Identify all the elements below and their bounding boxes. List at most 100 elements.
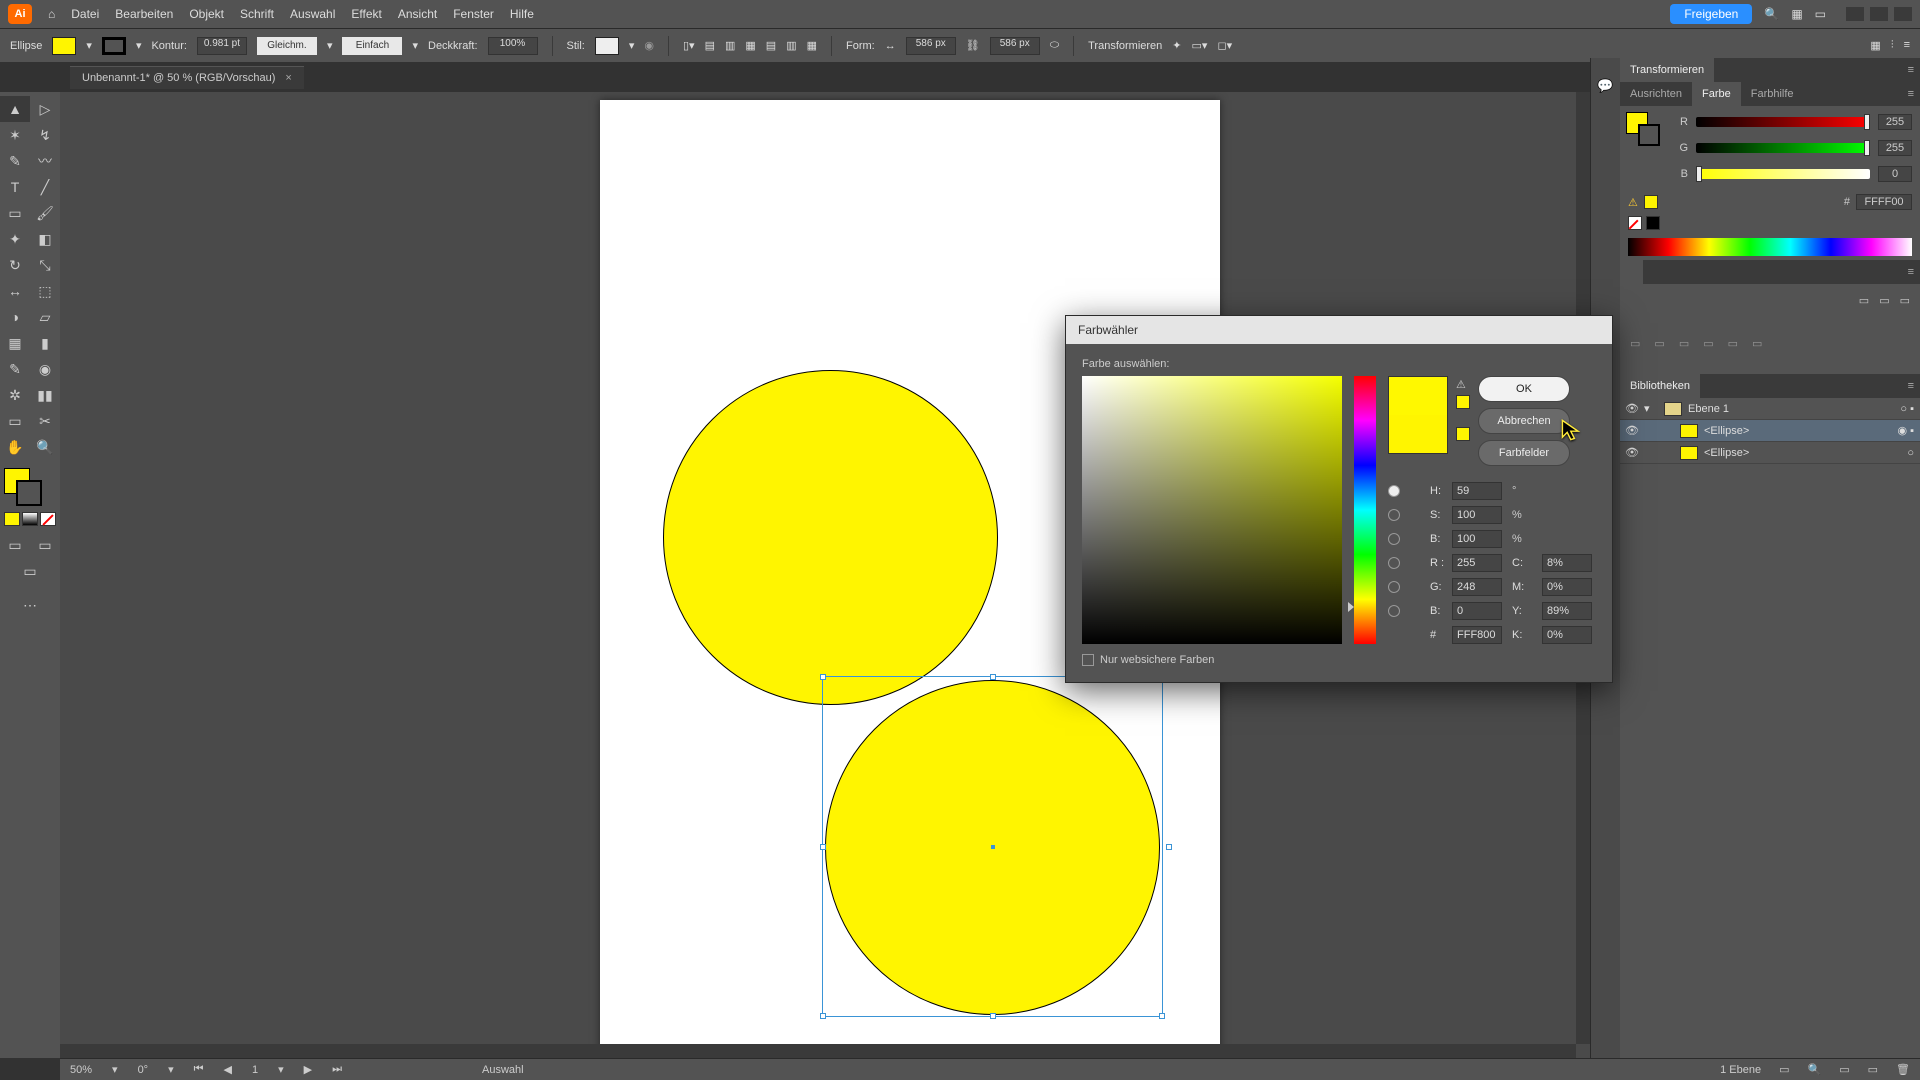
selection-handle[interactable] [990, 674, 996, 680]
ok-button[interactable]: OK [1478, 376, 1570, 402]
curvature-tool[interactable]: 〰 [30, 148, 60, 174]
maximize-icon[interactable] [1870, 7, 1888, 21]
lasso-tool[interactable]: ↯ [30, 122, 60, 148]
m-input[interactable] [1542, 578, 1592, 596]
b-slider[interactable] [1696, 169, 1870, 179]
black-swatch[interactable] [1646, 216, 1660, 230]
width-input[interactable]: 586 px [906, 37, 956, 55]
fill-stroke-indicator[interactable] [4, 468, 42, 506]
layer-row[interactable]: 👁 ▾ Ebene 1 ○ ▪ [1620, 398, 1920, 420]
arrange-icon[interactable]: ▭ [1815, 7, 1826, 21]
gradient-tool[interactable]: ▮ [30, 330, 60, 356]
hand-tool[interactable]: ✋ [0, 434, 30, 460]
r-input[interactable] [1452, 554, 1502, 572]
in-gamut-swatch[interactable] [1644, 195, 1658, 209]
edit-toolbar-icon[interactable]: ⋯ [15, 592, 45, 618]
y-input[interactable] [1542, 602, 1592, 620]
swatch-action-icon[interactable]: ▭ [1859, 294, 1869, 307]
free-transform-tool[interactable]: ⬚ [30, 278, 60, 304]
share-button[interactable]: Freigeben [1670, 4, 1752, 24]
selection-bounding-box[interactable] [822, 676, 1163, 1017]
swatch-group-icon[interactable]: ▭ [1679, 337, 1689, 350]
align-top-icon[interactable]: ▤ [766, 39, 776, 52]
b2-input[interactable] [1452, 602, 1502, 620]
g-input[interactable] [1452, 578, 1502, 596]
chevron-down-icon[interactable]: ▾ [629, 39, 635, 52]
h-input[interactable] [1452, 482, 1502, 500]
nav-last-icon[interactable]: ⏭ [332, 1063, 342, 1076]
old-color[interactable] [1389, 415, 1447, 453]
tab-farbe[interactable]: Farbe [1692, 82, 1741, 106]
b-radio[interactable] [1388, 533, 1400, 545]
draw-normal-icon[interactable]: ▭ [0, 532, 30, 558]
hue-indicator[interactable] [1348, 602, 1354, 612]
selection-tool[interactable]: ▲ [0, 96, 30, 122]
stroke-swatch[interactable] [102, 37, 126, 55]
selection-handle[interactable] [1166, 844, 1172, 850]
object-name[interactable]: <Ellipse> [1704, 425, 1749, 437]
align-middle-icon[interactable]: ▥ [786, 39, 796, 52]
out-of-gamut-icon[interactable]: ⚠ [1456, 378, 1470, 391]
align-icon[interactable]: ▯▾ [683, 39, 695, 52]
opacity-input[interactable]: 100% [488, 37, 538, 55]
zoom-tool[interactable]: 🔍 [30, 434, 60, 460]
target-icon[interactable]: ○ [1907, 447, 1920, 459]
panel-menu-icon[interactable]: ≡ [1908, 64, 1920, 76]
properties-icon[interactable]: ⫶ [1891, 39, 1894, 52]
none-swatch[interactable] [1628, 216, 1642, 230]
rotate-tool[interactable]: ↻ [0, 252, 30, 278]
websafe-checkbox[interactable] [1082, 654, 1094, 666]
gamut-warning-icon[interactable]: ⚠ [1628, 196, 1638, 209]
swatch-new-icon[interactable]: ▭ [1879, 294, 1889, 307]
minimize-icon[interactable] [1846, 7, 1864, 21]
paintbrush-tool[interactable]: 🖌 [30, 200, 60, 226]
chevron-down-icon[interactable]: ▾ [278, 1063, 284, 1076]
r-radio[interactable] [1388, 557, 1400, 569]
direct-selection-tool[interactable]: ▷ [30, 96, 60, 122]
expand-icon[interactable]: ▾ [1644, 402, 1658, 415]
menu-objekt[interactable]: Objekt [189, 7, 224, 21]
tab-bibliotheken[interactable]: Bibliotheken [1620, 374, 1700, 398]
eraser-tool[interactable]: ◧ [30, 226, 60, 252]
swatch-new2-icon[interactable]: ▭ [1703, 337, 1713, 350]
layer-row[interactable]: 👁 <Ellipse> ○ [1620, 442, 1920, 464]
selection-handle[interactable] [990, 1013, 996, 1019]
symbol-sprayer-tool[interactable]: ✲ [0, 382, 30, 408]
dialog-titlebar[interactable]: Farbwähler [1066, 316, 1612, 344]
chevron-down-icon[interactable]: ▾ [412, 39, 418, 52]
menu-fenster[interactable]: Fenster [453, 7, 494, 21]
document-tab[interactable]: Unbenannt-1* @ 50 % (RGB/Vorschau) × [70, 66, 304, 89]
g-radio[interactable] [1388, 581, 1400, 593]
isolate-icon[interactable]: ✦ [1172, 39, 1181, 52]
none-mode-icon[interactable] [40, 512, 56, 526]
swatches-button[interactable]: Farbfelder [1478, 440, 1570, 466]
width-tool[interactable]: ↔ [0, 278, 30, 304]
align-bottom-icon[interactable]: ▦ [807, 39, 817, 52]
layers-locate-icon[interactable]: 🔍 [1808, 1063, 1822, 1076]
align-center-icon[interactable]: ▥ [725, 39, 735, 52]
panel-menu-icon[interactable]: ≡ [1908, 88, 1920, 100]
pen-tool[interactable]: ✎ [0, 148, 30, 174]
horizontal-scrollbar[interactable] [60, 1044, 1576, 1058]
panel-menu-icon[interactable]: ≡ [1908, 266, 1920, 278]
magic-wand-tool[interactable]: ✶ [0, 122, 30, 148]
layers-trash-icon[interactable]: 🗑 [1896, 1063, 1910, 1076]
type-tool[interactable]: T [0, 174, 30, 200]
tab-swatches[interactable] [1620, 260, 1643, 284]
gradient-mode-icon[interactable] [22, 512, 38, 526]
home-icon[interactable]: ⌂ [48, 7, 55, 21]
selection-handle[interactable] [820, 1013, 826, 1019]
comments-icon[interactable]: 💬 [1597, 78, 1613, 94]
menu-bearbeiten[interactable]: Bearbeiten [115, 7, 173, 21]
nav-first-icon[interactable]: ⏮ [194, 1063, 204, 1076]
target-icon[interactable]: ○ ▪ [1900, 403, 1920, 415]
visibility-icon[interactable]: 👁 [1620, 424, 1644, 437]
tab-ausrichten[interactable]: Ausrichten [1620, 82, 1692, 106]
close-window-icon[interactable] [1894, 7, 1912, 21]
target-icon[interactable]: ◉ ▪ [1897, 424, 1920, 437]
stroke-profile-1[interactable]: Gleichm. [257, 37, 317, 55]
g-slider[interactable] [1696, 143, 1870, 153]
menu-schrift[interactable]: Schrift [240, 7, 274, 21]
b-input[interactable] [1452, 530, 1502, 548]
hex-input[interactable]: FFFF00 [1856, 194, 1912, 210]
